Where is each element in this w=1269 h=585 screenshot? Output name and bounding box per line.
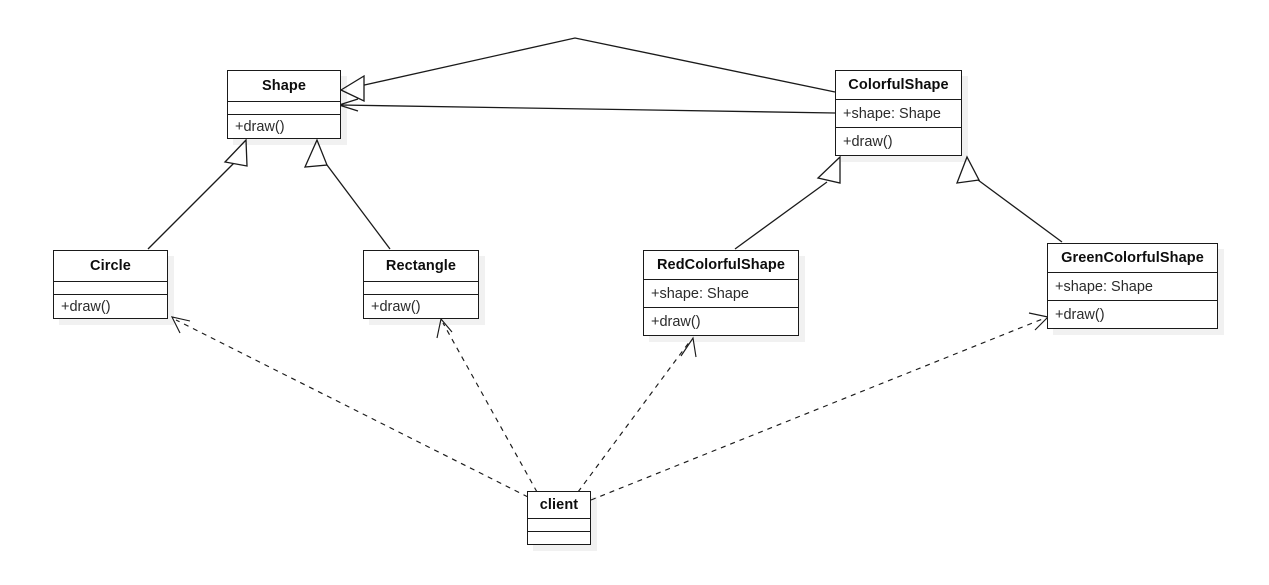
class-name-client: client xyxy=(539,497,579,513)
operations-compartment-redcolorfulshape: +draw() xyxy=(644,307,798,335)
attributes-compartment-colorfulshape: +shape: Shape xyxy=(836,99,961,127)
class-name-greencolorfulshape: GreenColorfulShape xyxy=(1061,250,1204,266)
edge-dependency-client-circle xyxy=(170,316,529,498)
edge-generalization-green-colorfulshape xyxy=(955,155,1063,243)
edge-dependency-client-green xyxy=(590,312,1050,501)
attributes-compartment-client xyxy=(528,518,590,531)
edge-dependency-client-rectangle xyxy=(436,317,538,493)
operations-compartment-rectangle: +draw() xyxy=(364,294,478,318)
dependency-arrowhead xyxy=(436,317,453,339)
class-box-colorfulshape[interactable]: ColorfulShape +shape: Shape +draw() xyxy=(835,70,962,156)
class-name-redcolorfulshape: RedColorfulShape xyxy=(656,257,786,273)
class-name-colorfulshape: ColorfulShape xyxy=(848,77,949,93)
edge-dependency-client-red xyxy=(577,336,697,493)
uml-diagram-canvas: Shape +draw() ColorfulShape +shape: Shap… xyxy=(0,0,1269,585)
class-name-shape: Shape xyxy=(261,78,306,94)
attributes-compartment-rectangle xyxy=(364,281,478,294)
generalization-arrowhead xyxy=(816,155,841,184)
generalization-arrowhead xyxy=(223,138,248,167)
attributes-compartment-greencolorfulshape: +shape: Shape xyxy=(1048,272,1217,300)
class-box-rectangle[interactable]: Rectangle +draw() xyxy=(363,250,479,319)
attributes-compartment-shape xyxy=(228,101,340,114)
class-box-greencolorfulshape[interactable]: GreenColorfulShape +shape: Shape +draw() xyxy=(1047,243,1218,329)
edge-generalization-rectangle-shape xyxy=(303,138,391,250)
operations-compartment-client xyxy=(528,531,590,544)
edge-association-colorfulshape-shape xyxy=(336,98,836,114)
generalization-arrowhead xyxy=(303,138,328,168)
attributes-compartment-circle xyxy=(54,281,167,294)
dependency-arrowhead xyxy=(680,336,697,358)
class-box-circle[interactable]: Circle +draw() xyxy=(53,250,168,319)
generalization-arrowhead xyxy=(955,155,981,184)
class-name-rectangle: Rectangle xyxy=(385,258,457,274)
generalization-arrowhead xyxy=(339,74,365,103)
edge-generalization-circle-shape xyxy=(147,138,248,250)
dependency-arrowhead xyxy=(170,316,191,334)
attributes-compartment-redcolorfulshape: +shape: Shape xyxy=(644,279,798,307)
dependency-arrowhead xyxy=(1028,312,1050,331)
operations-compartment-shape: +draw() xyxy=(228,114,340,138)
class-box-client[interactable]: client xyxy=(527,491,591,545)
class-box-shape[interactable]: Shape +draw() xyxy=(227,70,341,139)
class-box-redcolorfulshape[interactable]: RedColorfulShape +shape: Shape +draw() xyxy=(643,250,799,336)
class-name-circle: Circle xyxy=(90,258,131,274)
operations-compartment-circle: +draw() xyxy=(54,294,167,318)
edge-generalization-colorfulshape-shape xyxy=(339,37,836,103)
operations-compartment-colorfulshape: +draw() xyxy=(836,127,961,155)
association-arrowhead xyxy=(336,98,359,112)
operations-compartment-greencolorfulshape: +draw() xyxy=(1048,300,1217,328)
edge-generalization-red-colorfulshape xyxy=(734,155,841,250)
